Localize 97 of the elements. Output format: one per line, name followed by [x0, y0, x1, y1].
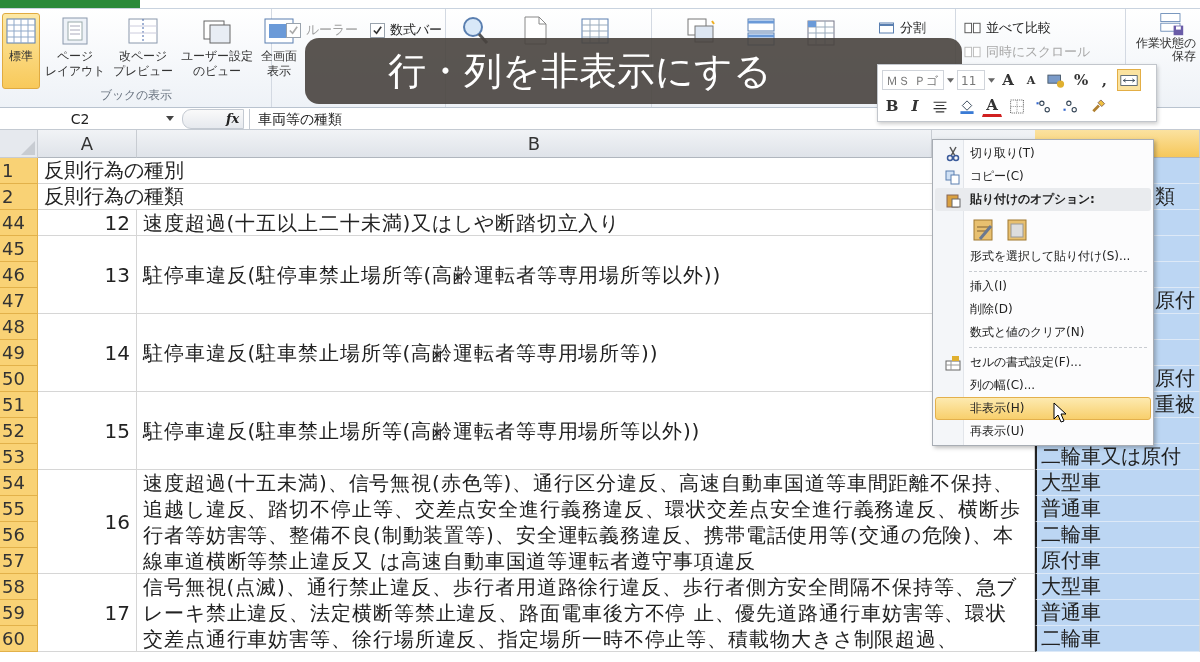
save-workspace-button[interactable]: 作業状態の 保存 — [1135, 11, 1197, 107]
row-header[interactable]: 50 — [0, 366, 38, 392]
table-cell: 重被 — [1155, 391, 1195, 418]
table-cell: 12 — [38, 210, 137, 236]
menu-item[interactable]: 形式を選択して貼り付け(S)... — [935, 245, 1151, 268]
pages-icon — [964, 22, 981, 34]
compare-button[interactable]: 並べて比較 — [962, 17, 1125, 39]
row-header[interactable]: 46 — [0, 262, 38, 288]
font-color-button[interactable]: A — [982, 95, 1002, 117]
table-cell: 二輪車 — [1041, 625, 1101, 652]
table-cell: 二輪車 — [1041, 521, 1101, 548]
menu-item[interactable]: 挿入(I) — [935, 275, 1151, 298]
percent-button[interactable]: % — [1071, 69, 1092, 91]
caption-text: 行・列を非表示にする — [388, 47, 772, 95]
grid-icon — [5, 16, 37, 46]
column-header[interactable]: B — [137, 130, 932, 158]
shrink-font-button[interactable]: A — [1021, 69, 1041, 91]
clipboard-icon — [1006, 217, 1028, 241]
checkbox[interactable] — [370, 22, 385, 38]
row-header[interactable]: 54 — [0, 470, 38, 496]
decimal-decrease-icon — [1062, 98, 1080, 114]
row-header[interactable]: 49 — [0, 340, 38, 366]
menu-section-label: 貼り付けのオプション: — [970, 191, 1095, 208]
column-header[interactable]: A — [38, 130, 137, 158]
menu-item[interactable]: 再表示(U) — [935, 420, 1151, 443]
table-cell: 二輪車又は原付 — [1041, 443, 1181, 470]
font-size-field[interactable]: 11 — [957, 70, 985, 90]
table-cell: 16 — [38, 470, 137, 574]
split-button[interactable]: 分割 — [876, 17, 928, 39]
menu-item[interactable]: 数式と値のクリア(N) — [935, 321, 1151, 344]
view-button[interactable]: 標準 — [2, 13, 40, 89]
view-button[interactable]: ユーザー設定 のビュー — [178, 13, 256, 89]
table-cell: 大型車 — [1041, 573, 1101, 600]
dropdown-arrow-icon[interactable] — [988, 77, 995, 83]
name-box[interactable]: C2 — [0, 110, 160, 127]
table-cell: 原付車 — [1041, 547, 1101, 574]
row-header[interactable]: 51 — [0, 392, 38, 418]
row-header[interactable]: 2 — [0, 184, 38, 210]
decimal-increase-icon — [1035, 98, 1053, 114]
copy-icon — [945, 168, 961, 185]
format-cells-icon — [945, 354, 961, 371]
merge-icon — [1120, 72, 1139, 88]
table-cell: 15 — [38, 392, 137, 470]
table-cell: 17 — [38, 574, 137, 652]
dropdown-arrow-icon[interactable] — [166, 116, 174, 121]
table-cell: 原付 — [1155, 287, 1195, 314]
table-cell: 大型車 — [1041, 469, 1101, 496]
view-button[interactable]: ページ レイアウト — [42, 13, 108, 89]
insert-function-button[interactable]: fx — [222, 111, 250, 126]
checkbox-label: ルーラー — [306, 21, 358, 39]
window-icon — [878, 22, 895, 34]
table-cell: 普通車 — [1041, 599, 1101, 626]
menu-item[interactable]: セルの書式設定(F)... — [935, 351, 1151, 374]
row-header[interactable]: 1 — [0, 158, 38, 184]
grow-font-button[interactable]: A — [998, 69, 1018, 91]
checkbox-label: 数式バー — [390, 21, 442, 39]
merge-center-button[interactable] — [1117, 69, 1142, 91]
row-header[interactable]: 47 — [0, 288, 38, 314]
comma-style-button[interactable]: , — [1094, 69, 1115, 91]
pages-icon — [964, 46, 981, 58]
scissors-icon — [945, 145, 961, 162]
row-header[interactable]: 52 — [0, 418, 38, 444]
row-header[interactable]: 45 — [0, 236, 38, 262]
row-header[interactable]: 60 — [0, 626, 38, 652]
row-header[interactable]: 44 — [0, 210, 38, 236]
table-cell: 類 — [1155, 183, 1175, 210]
clipboard-brush-icon — [972, 217, 994, 241]
row-header[interactable]: 48 — [0, 314, 38, 340]
menu-item[interactable]: コピー(C) — [935, 165, 1151, 188]
row-header[interactable]: 56 — [0, 522, 38, 548]
paint-bucket-icon — [958, 98, 976, 114]
view-button[interactable]: 改ページ プレビュー — [110, 13, 176, 89]
money-icon — [1047, 72, 1065, 88]
menu-item[interactable]: 削除(D) — [935, 298, 1151, 321]
row-header[interactable]: 57 — [0, 548, 38, 574]
border-icon — [1008, 98, 1026, 114]
page-break-icon — [127, 16, 159, 46]
dropdown-arrow-icon[interactable] — [947, 77, 954, 83]
row-header[interactable]: 55 — [0, 496, 38, 522]
group-label: ブックの表示 — [99, 87, 172, 104]
row-header[interactable]: 59 — [0, 600, 38, 626]
table-cell: 14 — [38, 314, 137, 392]
table-cell: 速度超過(十五未満)、信号無視(赤色等)、通行区分違反、高速自動車国道等車間距離不保持、追越し違反、踏切不停止等、交差点安全進行義務違反、環状交差点安全進行義務違反、横断歩行者等妨害等、整備不良(制動装置等)、安全運転義務違反、携帯電話使用等(交通の危険)、本線車道横断等禁止違反又 は高速自動車国道等運転者遵守事項違反 — [137, 470, 1035, 574]
menu-item[interactable]: 非表示(H) — [935, 397, 1151, 420]
clipboard-icon — [945, 191, 961, 208]
row-header[interactable]: 53 — [0, 444, 38, 470]
menu-item[interactable]: 切り取り(T) — [935, 142, 1151, 165]
table-cell: 信号無視(点滅)、通行禁止違反、歩行者用道路徐行違反、歩行者側方安全間隔不保持等、急ブレーキ禁止違反、法定横断等禁止違反、路面電車後方不停 止、優先道路通行車妨害等、環状交差点通行車妨害等、徐行場所違反、指定場所一時不停止等、積載物大きさ制限超過、 — [137, 574, 1035, 652]
formula-bar-handle[interactable] — [182, 108, 244, 129]
menu-item[interactable]: 列の幅(C)... — [935, 374, 1151, 397]
page-icon — [59, 16, 91, 46]
table-cell: 13 — [38, 236, 137, 314]
mouse-pointer-icon — [1053, 402, 1067, 424]
font-name-field[interactable]: ＭＳ Ｐゴ — [882, 70, 944, 90]
row-header[interactable]: 58 — [0, 574, 38, 600]
table-cell: 原付 — [1155, 365, 1195, 392]
table-cell: 普通車 — [1041, 495, 1101, 522]
